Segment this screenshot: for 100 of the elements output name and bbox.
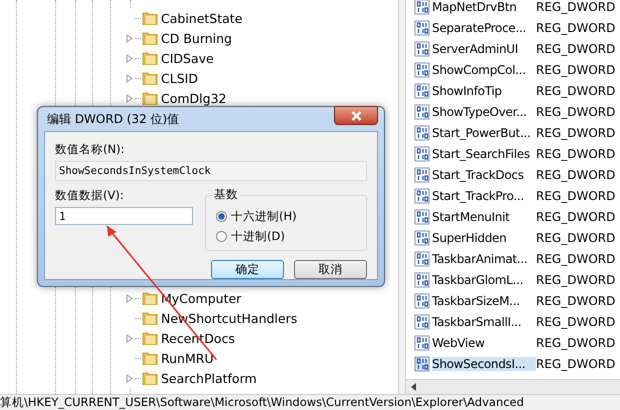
value-type: REG_DWORD (536, 84, 616, 98)
value-type: REG_DWORD (536, 126, 616, 140)
scroll-left-icon[interactable] (410, 383, 418, 391)
folder-icon (142, 50, 158, 66)
binary-value-icon (414, 104, 430, 120)
close-icon (350, 110, 362, 120)
radio-label[interactable]: 十六进制(H) (231, 208, 297, 224)
tree-item[interactable]: CIDSave (161, 50, 214, 66)
binary-value-icon (414, 62, 430, 78)
value-name: Start_SearchFiles (432, 146, 531, 160)
folder-icon (142, 90, 158, 106)
value-name: Start_TrackDocs (432, 168, 525, 182)
value-name: Start_TrackPro... (432, 188, 525, 202)
value-name: TaskbarSmallI... (432, 314, 522, 328)
expand-triangle-icon[interactable] (126, 334, 133, 342)
value-row[interactable]: ShowTypeOver... REG_DWORD (406, 101, 620, 122)
close-button[interactable] (334, 106, 378, 125)
value-type: REG_DWORD (536, 42, 616, 56)
value-row[interactable]: SuperHidden REG_DWORD (406, 227, 620, 248)
binary-value-icon (414, 40, 430, 56)
value-name: TaskbarGlomL... (432, 272, 524, 286)
binary-value-icon (414, 292, 430, 308)
field-label: 数值数据(V): (55, 188, 125, 203)
value-row[interactable]: Start_PowerBut... REG_DWORD (406, 122, 620, 143)
expand-triangle-icon[interactable] (126, 54, 133, 62)
value-name: ShowTypeOver... (432, 104, 528, 118)
folder-icon (142, 330, 158, 346)
cancel-button[interactable]: 取消 (294, 260, 367, 279)
value-row[interactable]: WebView REG_DWORD (406, 332, 620, 353)
value-name: MapNetDrvBtn (432, 0, 518, 14)
tree-item[interactable]: CabinetState (161, 10, 242, 26)
radio-label[interactable]: 十进制(D) (231, 228, 285, 244)
dialog-title: 编辑 DWORD (32 位)值 (46, 110, 180, 128)
value-row[interactable]: TaskbarSmallI... REG_DWORD (406, 311, 620, 332)
binary-value-icon (414, 250, 430, 266)
tree-item[interactable]: CD Burning (161, 30, 232, 46)
value-type: REG_DWORD (536, 20, 616, 34)
value-row[interactable]: TaskbarSizeM... REG_DWORD (406, 290, 620, 311)
value-name: ShowCompCol... (432, 62, 527, 76)
value-row[interactable]: Start_TrackDocs REG_DWORD (406, 164, 620, 185)
value-name: ShowSecondsI... (432, 356, 536, 370)
binary-value-icon (414, 272, 430, 288)
folder-icon (142, 30, 158, 46)
folder-icon (142, 70, 158, 86)
field-label: 数值名称(N): (55, 142, 126, 157)
value-type: REG_DWORD (536, 272, 616, 286)
value-type: REG_DWORD (536, 62, 616, 76)
expand-triangle-icon[interactable] (126, 294, 133, 302)
value-name: SuperHidden (432, 230, 508, 244)
expand-triangle-icon[interactable] (126, 74, 133, 82)
binary-value-icon (414, 356, 430, 372)
tree-item[interactable]: CLSID (161, 70, 198, 86)
value-type: REG_DWORD (536, 146, 616, 160)
radio-button[interactable] (216, 230, 227, 242)
tree-item[interactable]: ComDlg32 (161, 90, 226, 106)
value-row[interactable]: ServerAdminUI REG_DWORD (406, 38, 620, 59)
value-row[interactable]: Start_TrackPro... REG_DWORD (406, 185, 620, 206)
value-type: REG_DWORD (536, 314, 616, 328)
folder-icon (142, 290, 158, 306)
binary-value-icon (414, 124, 430, 140)
binary-value-icon (414, 188, 430, 204)
value-row[interactable]: SeparateProce... REG_DWORD (406, 17, 620, 38)
binary-value-icon (414, 314, 430, 330)
value-row[interactable]: ShowSecondsI... REG_DWORD (406, 353, 620, 374)
tree-item[interactable]: RunMRU (161, 350, 214, 366)
value-row[interactable]: ShowInfoTip REG_DWORD (406, 80, 620, 101)
value-name: TaskbarSizeM... (432, 294, 521, 308)
radio-button[interactable] (216, 210, 227, 222)
value-name: WebView (432, 336, 486, 350)
value-type: REG_DWORD (536, 252, 616, 266)
value-row[interactable]: TaskbarAnimat... REG_DWORD (406, 248, 620, 269)
group-label: 基数 (212, 187, 240, 202)
value-name: TaskbarAnimat... (432, 252, 528, 266)
value-row[interactable]: StartMenuInit REG_DWORD (406, 206, 620, 227)
value-name: SeparateProce... (432, 20, 528, 34)
value-name: ServerAdminUI (432, 42, 520, 56)
expand-triangle-icon[interactable] (126, 34, 133, 42)
value-type: REG_DWORD (536, 188, 616, 202)
tree-item[interactable]: SearchPlatform (161, 370, 257, 386)
horizontal-scrollbar[interactable] (406, 379, 620, 394)
value-name-field: ShowSecondsInSystemClock (55, 161, 367, 181)
value-data-field[interactable]: 1 (55, 207, 193, 225)
folder-icon (142, 370, 158, 386)
value-row[interactable]: MapNetDrvBtn REG_DWORD (406, 0, 620, 17)
value-row[interactable]: ShowCompCol... REG_DWORD (406, 59, 620, 80)
value-name: Start_PowerBut... (432, 126, 532, 140)
value-type: REG_DWORD (536, 294, 616, 308)
binary-value-icon (414, 166, 430, 182)
expand-triangle-icon[interactable] (126, 94, 133, 102)
value-name: StartMenuInit (432, 210, 511, 224)
binary-value-icon (414, 146, 430, 162)
binary-value-icon (414, 20, 430, 36)
ok-button[interactable]: 确定 (211, 260, 284, 279)
value-row[interactable]: Start_SearchFiles REG_DWORD (406, 143, 620, 164)
value-row[interactable]: TaskbarGlomL... REG_DWORD (406, 269, 620, 290)
folder-icon (142, 10, 158, 26)
value-type: REG_DWORD (536, 104, 616, 118)
value-type: REG_DWORD (536, 168, 616, 182)
expand-triangle-icon[interactable] (126, 374, 133, 382)
value-name: ShowInfoTip (432, 84, 503, 98)
